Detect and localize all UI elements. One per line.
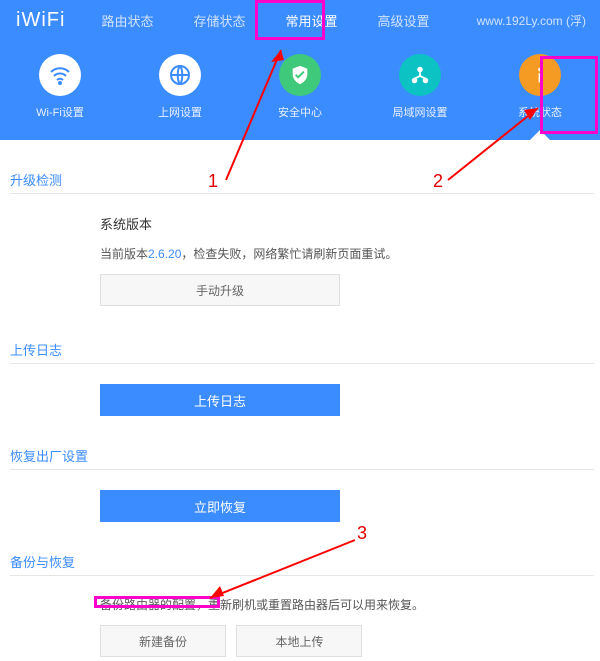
section-factory-title: 恢复出厂设置 (10, 446, 594, 465)
annotation-number-1: 1 (208, 171, 218, 192)
upload-log-button[interactable]: 上传日志 (100, 384, 340, 416)
sysver-heading: 系统版本 (100, 214, 594, 233)
factory-reset-button[interactable]: 立即恢复 (100, 490, 340, 522)
section-log-title: 上传日志 (10, 340, 594, 359)
nav-advanced-settings[interactable]: 高级设置 (371, 7, 435, 34)
create-backup-button[interactable]: 新建备份 (100, 625, 226, 657)
annotation-number-3: 3 (357, 523, 367, 544)
section-backup-title: 备份与恢复 (10, 552, 594, 571)
shield-icon (279, 54, 321, 96)
icon-wifi-settings[interactable]: Wi-Fi设置 (20, 54, 100, 120)
section-upgrade-title: 升级检测 (10, 170, 594, 189)
wifi-icon (39, 54, 81, 96)
annotation-number-2: 2 (433, 171, 443, 192)
icon-security-center[interactable]: 安全中心 (260, 54, 340, 120)
sysver-desc: 当前版本2.6.20，检查失败，网络繁忙请刷新页面重试。 (100, 245, 594, 262)
icon-lan-settings[interactable]: 局域网设置 (380, 54, 460, 120)
info-icon (519, 54, 561, 96)
local-upload-button[interactable]: 本地上传 (236, 625, 362, 657)
backup-desc: 备份路由器的配置，重新刷机或重置路由器后可以用来恢复。 (100, 596, 594, 613)
domain-text: www.192Ly.com (浮) (477, 12, 586, 29)
logo: iWiFi (16, 9, 65, 32)
nav-storage-status[interactable]: 存储状态 (187, 7, 251, 34)
active-indicator (532, 130, 548, 140)
manual-upgrade-button[interactable]: 手动升级 (100, 274, 340, 306)
nav-router-status[interactable]: 路由状态 (95, 7, 159, 34)
network-icon (399, 54, 441, 96)
icon-system-status[interactable]: 系统状态 (500, 54, 580, 120)
globe-icon (159, 54, 201, 96)
icon-internet-settings[interactable]: 上网设置 (140, 54, 220, 120)
nav-common-settings[interactable]: 常用设置 (279, 7, 343, 34)
